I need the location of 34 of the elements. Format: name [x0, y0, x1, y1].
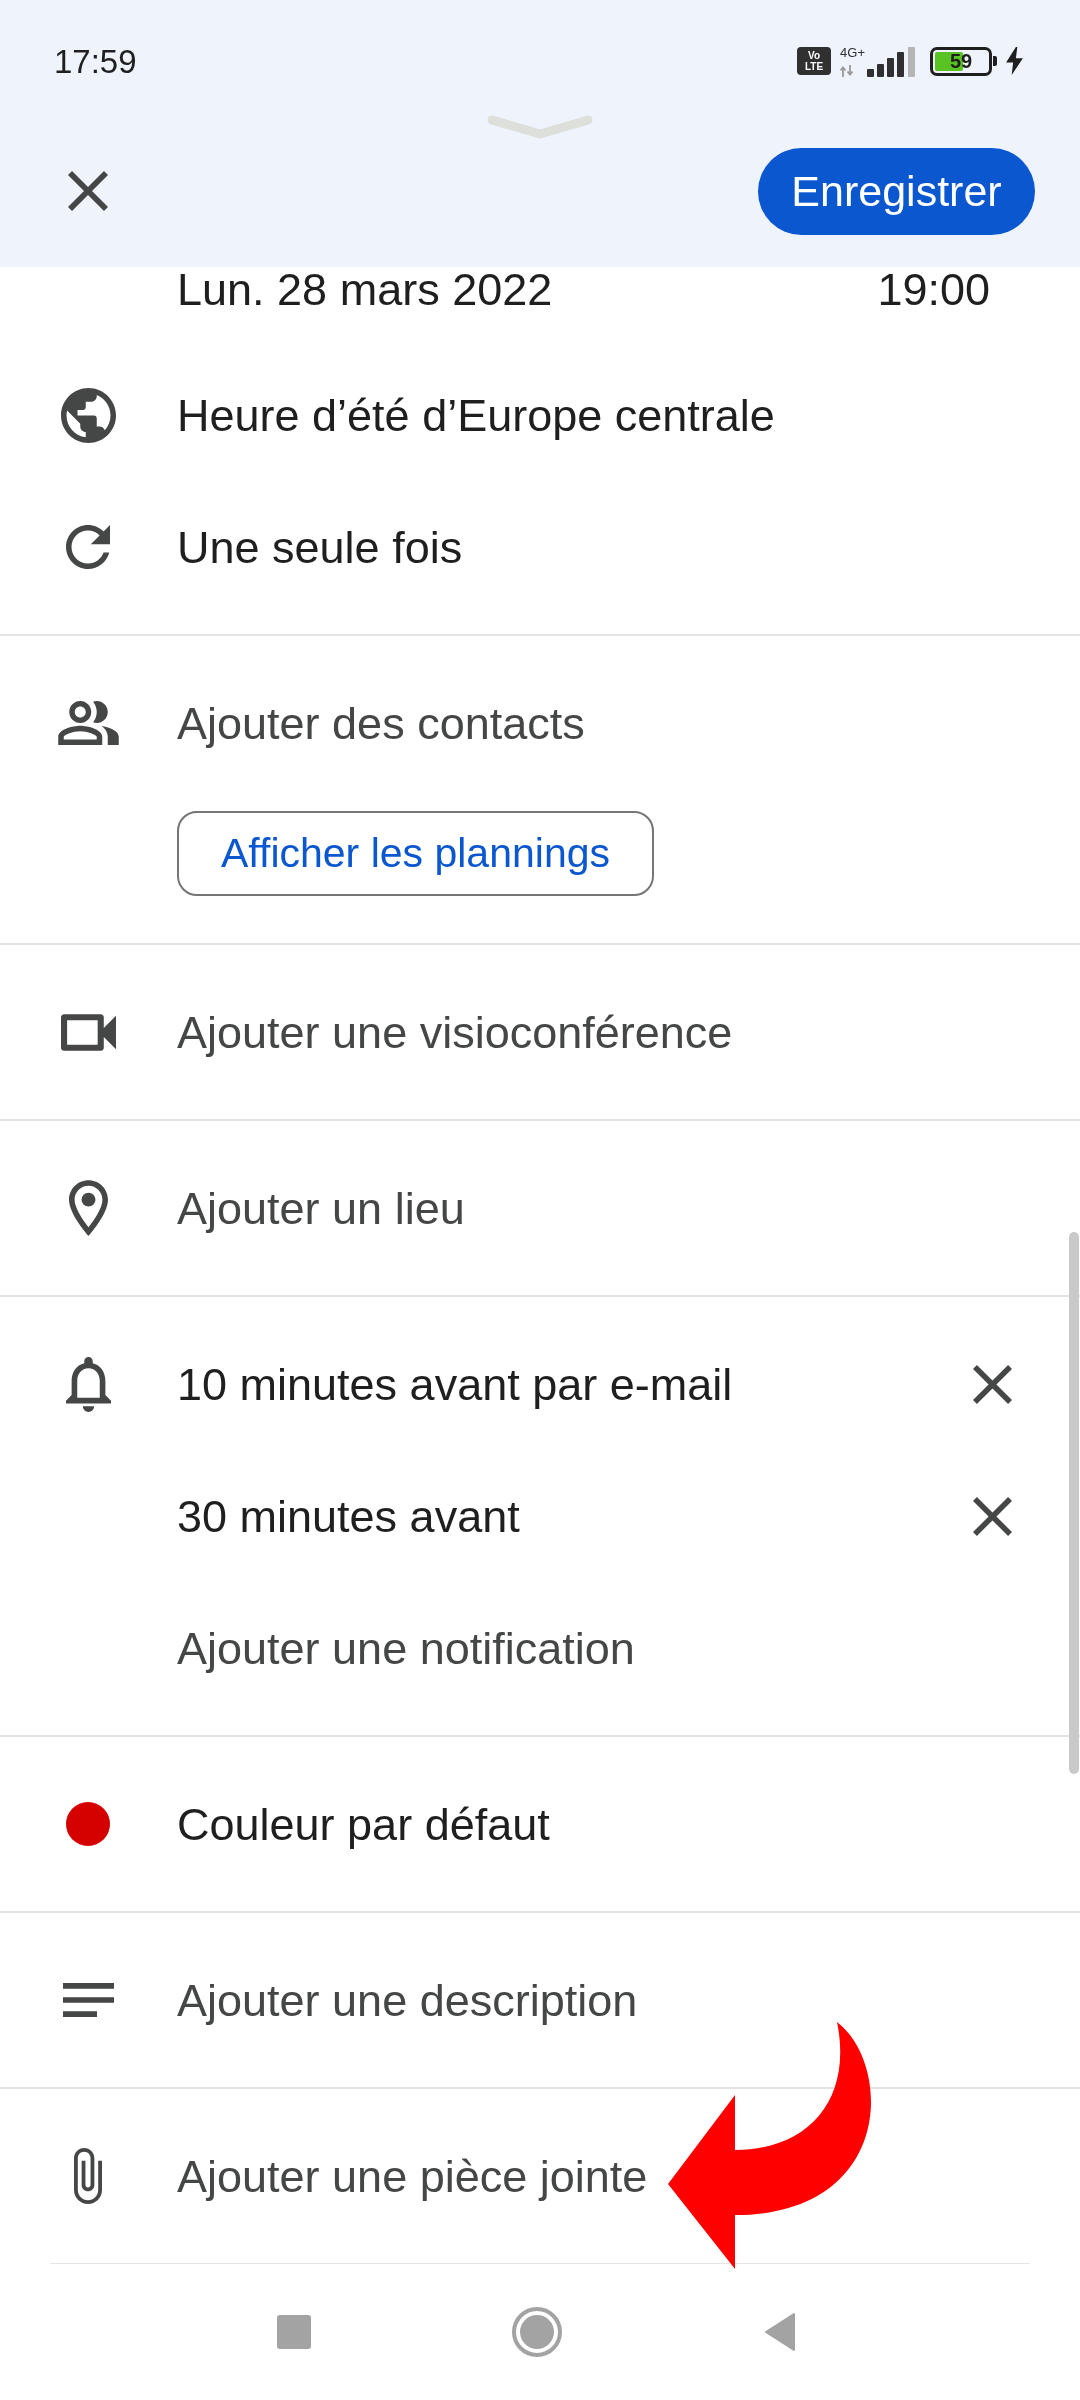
- home-icon[interactable]: [511, 2307, 562, 2357]
- show-schedules-button[interactable]: Afficher les plannings: [177, 811, 654, 896]
- back-icon[interactable]: [763, 2313, 796, 2351]
- notification-item[interactable]: 30 minutes avant: [177, 1493, 520, 1539]
- network-type-label: 4G+: [840, 45, 865, 59]
- repeat-item[interactable]: Une seule fois: [177, 524, 463, 570]
- time-text[interactable]: 19:00: [877, 267, 990, 312]
- recents-icon[interactable]: [276, 2315, 311, 2349]
- location-pin-icon: [68, 1180, 108, 1236]
- volte-badge: Vo LTE: [797, 47, 832, 75]
- text-lines-icon: [62, 1983, 114, 2017]
- notification-item[interactable]: Ajouter une notification: [177, 1625, 635, 1671]
- data-arrows-icon: [840, 64, 855, 77]
- save-button[interactable]: Enregistrer: [758, 147, 1035, 235]
- globe-icon: [60, 387, 116, 443]
- signal-icon: [867, 46, 915, 77]
- add-location-item[interactable]: Ajouter un lieu: [177, 1185, 465, 1231]
- bell-icon: [65, 1356, 111, 1412]
- close-icon: [972, 1364, 1012, 1404]
- add-attachment-item[interactable]: Ajouter une pièce jointe: [177, 2153, 648, 2199]
- color-item[interactable]: Couleur par défaut: [177, 1801, 550, 1847]
- close-icon: [68, 171, 108, 211]
- video-camera-icon: [60, 1013, 116, 1051]
- time-zone-item[interactable]: Heure d’été d’Europe centrale: [177, 392, 775, 438]
- paperclip-icon: [74, 2148, 102, 2204]
- notification-item[interactable]: 10 minutes avant par e-mail: [177, 1361, 733, 1407]
- repeat-icon: [66, 525, 110, 569]
- add-description-item[interactable]: Ajouter une description: [177, 1977, 638, 2023]
- add-guests-item[interactable]: Ajouter des contacts: [177, 700, 585, 746]
- status-time: 17:59: [54, 44, 137, 78]
- close-icon: [972, 1496, 1012, 1536]
- add-video-call-item[interactable]: Ajouter une visioconférence: [177, 1009, 733, 1055]
- people-icon: [57, 701, 119, 745]
- date-text[interactable]: Lun. 28 mars 2022: [177, 267, 553, 312]
